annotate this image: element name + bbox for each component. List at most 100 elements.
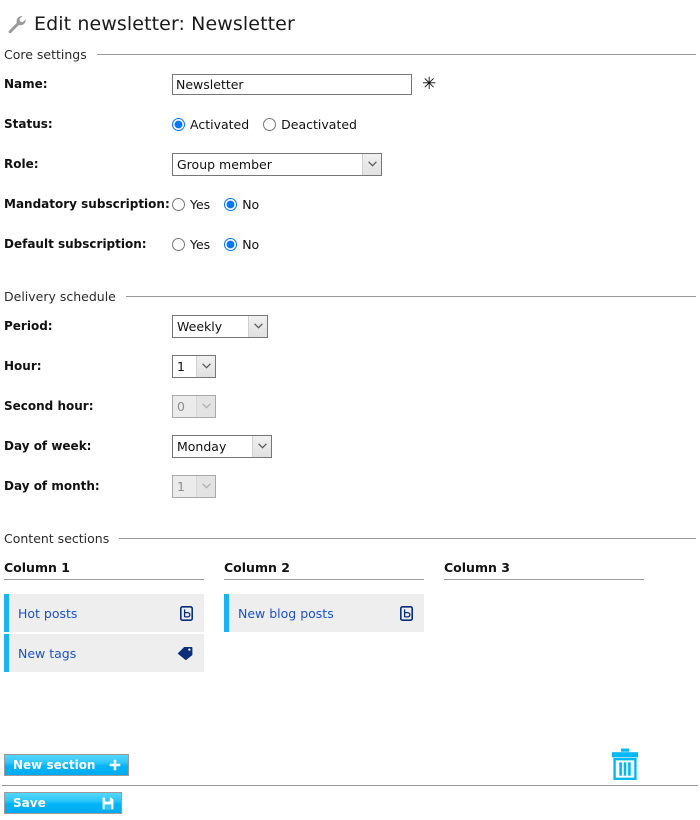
status-radio-group: Activated Deactivated bbox=[172, 117, 357, 132]
day-of-month-select: 1 bbox=[172, 474, 216, 498]
hour-label: Hour: bbox=[4, 359, 42, 373]
content-column-3-header: Column 3 bbox=[444, 560, 644, 580]
hour-select-value: 1 bbox=[177, 358, 185, 374]
required-asterisk-icon: ✳ bbox=[422, 73, 437, 94]
save-button-label: Save bbox=[13, 796, 46, 810]
mandatory-subscription-radio-no[interactable] bbox=[224, 197, 238, 211]
mandatory-subscription-option-yes[interactable]: Yes bbox=[172, 197, 210, 212]
bottom-action-area: New section Save bbox=[0, 745, 700, 814]
day-of-week-select[interactable]: Monday bbox=[172, 434, 272, 458]
core-settings-legend-text: Core settings bbox=[4, 46, 87, 62]
second-hour-select-value: 0 bbox=[177, 398, 185, 414]
second-hour-select: 0 bbox=[172, 394, 216, 418]
hour-select[interactable]: 1 bbox=[172, 354, 216, 378]
floppy-disk-icon bbox=[102, 797, 114, 810]
new-section-button[interactable]: New section bbox=[4, 754, 130, 776]
role-select-value: Group member bbox=[177, 156, 272, 172]
period-label: Period: bbox=[4, 319, 53, 333]
day-of-month-select-value: 1 bbox=[177, 478, 185, 494]
field-row-name: Name: ✳ bbox=[4, 64, 696, 104]
default-subscription-option-no[interactable]: No bbox=[224, 237, 259, 252]
day-of-month-label: Day of month: bbox=[4, 479, 100, 493]
field-row-day-of-week: Day of week: Monday bbox=[4, 426, 696, 466]
status-option-activated[interactable]: Activated bbox=[172, 117, 249, 132]
trash-icon bbox=[611, 748, 639, 783]
field-row-day-of-month: Day of month: 1 bbox=[4, 466, 696, 506]
core-settings-legend: Core settings bbox=[0, 44, 700, 64]
mandatory-subscription-radio-group: Yes No bbox=[172, 197, 259, 212]
delivery-schedule-legend-text: Delivery schedule bbox=[4, 288, 116, 304]
field-row-mandatory-subscription: Mandatory subscription: Yes No bbox=[4, 184, 696, 224]
chevron-down-icon bbox=[196, 395, 215, 417]
default-subscription-no-label: No bbox=[242, 236, 260, 252]
chevron-down-icon bbox=[252, 435, 271, 457]
role-select[interactable]: Group member bbox=[172, 152, 382, 176]
day-of-week-label: Day of week: bbox=[4, 439, 92, 453]
core-settings-fields: Name: ✳ Status: Activated Deactivated Ro… bbox=[0, 64, 700, 264]
section-action-bar: New section bbox=[0, 745, 700, 785]
content-column-1-header: Column 1 bbox=[4, 560, 204, 580]
chevron-down-icon bbox=[196, 355, 215, 377]
section-item[interactable]: New tags bbox=[4, 634, 204, 672]
blog-post-icon bbox=[400, 605, 424, 621]
edit-newsletter-page: Edit newsletter: Newsletter Core setting… bbox=[0, 0, 700, 820]
field-row-status: Status: Activated Deactivated bbox=[4, 104, 696, 144]
content-column-3: Column 3 bbox=[444, 560, 664, 674]
new-section-button-label: New section bbox=[13, 758, 96, 772]
default-subscription-label: Default subscription: bbox=[4, 237, 147, 251]
status-option-deactivated-label: Deactivated bbox=[281, 116, 357, 132]
period-select[interactable]: Weekly bbox=[172, 314, 268, 338]
page-title: Edit newsletter: Newsletter bbox=[0, 0, 700, 40]
save-button[interactable]: Save bbox=[4, 792, 122, 814]
tag-icon bbox=[177, 646, 204, 661]
status-label: Status: bbox=[4, 117, 53, 131]
section-item-label[interactable]: Hot posts bbox=[9, 606, 180, 621]
period-select-value: Weekly bbox=[177, 318, 223, 334]
blog-post-icon bbox=[180, 605, 204, 621]
chevron-down-icon bbox=[362, 153, 381, 175]
content-column-1-items: Hot posts New tags bbox=[4, 594, 204, 672]
status-radio-deactivated[interactable] bbox=[263, 117, 277, 131]
default-subscription-radio-no[interactable] bbox=[224, 237, 238, 251]
default-subscription-radio-yes[interactable] bbox=[172, 237, 185, 251]
content-sections-legend-text: Content sections bbox=[4, 530, 110, 546]
name-input[interactable] bbox=[172, 73, 412, 95]
content-sections-columns: Column 1 Hot posts New tags Column 2 New… bbox=[0, 560, 700, 674]
section-item-label[interactable]: New blog posts bbox=[229, 606, 400, 621]
mandatory-subscription-radio-yes[interactable] bbox=[172, 197, 185, 211]
field-row-default-subscription: Default subscription: Yes No bbox=[4, 224, 696, 264]
page-title-text: Edit newsletter: Newsletter bbox=[34, 13, 295, 35]
legend-rule bbox=[119, 537, 696, 539]
role-label: Role: bbox=[4, 157, 39, 171]
field-row-role: Role: Group member bbox=[4, 144, 696, 184]
mandatory-subscription-yes-label: Yes bbox=[190, 196, 211, 212]
name-label: Name: bbox=[4, 77, 48, 91]
delivery-schedule-legend: Delivery schedule bbox=[0, 286, 700, 306]
content-column-2: Column 2 New blog posts bbox=[224, 560, 444, 674]
content-column-2-header: Column 2 bbox=[224, 560, 424, 580]
legend-rule bbox=[125, 295, 696, 297]
section-item[interactable]: New blog posts bbox=[224, 594, 424, 632]
delete-section-button[interactable] bbox=[611, 748, 639, 783]
second-hour-label: Second hour: bbox=[4, 399, 94, 413]
field-row-second-hour: Second hour: 0 bbox=[4, 386, 696, 426]
save-row: Save bbox=[0, 786, 700, 814]
chevron-down-icon bbox=[196, 475, 215, 497]
default-subscription-radio-group: Yes No bbox=[172, 237, 259, 252]
content-column-1: Column 1 Hot posts New tags bbox=[4, 560, 224, 674]
content-column-2-items: New blog posts bbox=[224, 594, 424, 632]
mandatory-subscription-no-label: No bbox=[242, 196, 260, 212]
status-option-activated-label: Activated bbox=[190, 116, 250, 132]
field-row-period: Period: Weekly bbox=[4, 306, 696, 346]
day-of-week-select-value: Monday bbox=[177, 438, 227, 454]
status-radio-activated[interactable] bbox=[172, 117, 185, 131]
default-subscription-option-yes[interactable]: Yes bbox=[172, 237, 210, 252]
mandatory-subscription-label: Mandatory subscription: bbox=[4, 197, 170, 211]
section-item[interactable]: Hot posts bbox=[4, 594, 204, 632]
chevron-down-icon bbox=[248, 315, 267, 337]
content-sections-legend: Content sections bbox=[0, 528, 700, 548]
mandatory-subscription-option-no[interactable]: No bbox=[224, 197, 259, 212]
field-row-hour: Hour: 1 bbox=[4, 346, 696, 386]
section-item-label[interactable]: New tags bbox=[9, 646, 177, 661]
status-option-deactivated[interactable]: Deactivated bbox=[263, 117, 357, 132]
